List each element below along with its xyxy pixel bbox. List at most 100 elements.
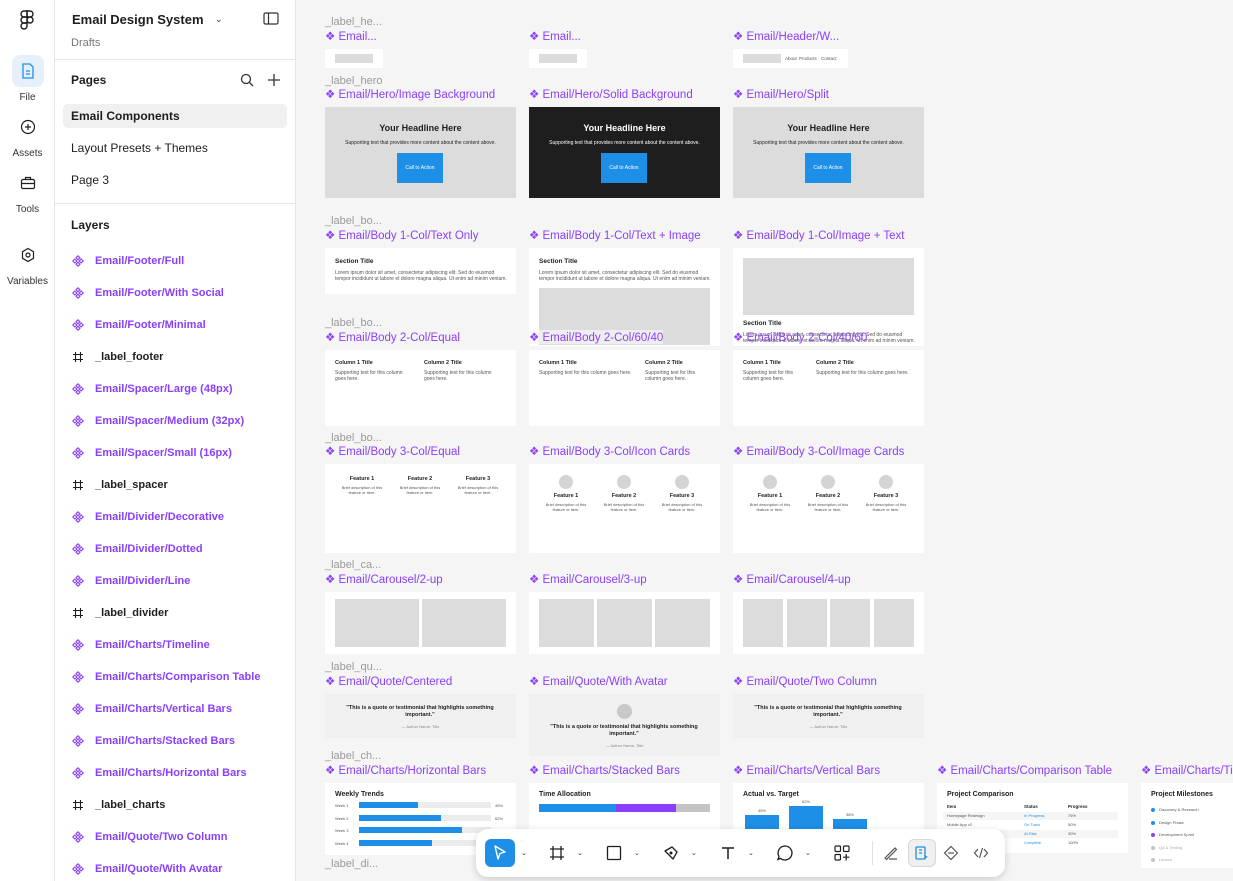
cta-button[interactable]: Call to Action bbox=[397, 153, 443, 183]
component-label[interactable]: ❖ Email/Body 2-Col/60/40 bbox=[529, 330, 664, 344]
layer-item[interactable]: Email/Spacer/Small (16px) bbox=[71, 443, 232, 463]
hero-image-frame[interactable]: Your Headline Here Supporting text that … bbox=[325, 107, 516, 198]
search-icon[interactable] bbox=[240, 73, 254, 87]
layer-item[interactable]: Email/Charts/Timeline bbox=[71, 635, 210, 655]
header-frame[interactable] bbox=[325, 49, 383, 68]
body-text-only-frame[interactable]: Section Title Lorem ipsum dolor sit amet… bbox=[325, 248, 516, 294]
layer-item[interactable]: _label_footer bbox=[71, 347, 163, 367]
move-tool-button[interactable] bbox=[485, 839, 515, 867]
component-label[interactable]: ❖ Email/Charts/Ti bbox=[1141, 763, 1233, 777]
layer-item[interactable]: _label_divider bbox=[71, 603, 168, 623]
cta-button[interactable]: Call to Action bbox=[601, 153, 647, 183]
chevron-down-icon[interactable]: ⌄ bbox=[805, 849, 811, 857]
component-label[interactable]: ❖ Email/Charts/Horizontal Bars bbox=[325, 763, 486, 777]
quote-two-column-frame[interactable]: "This is a quote or testimonial that hig… bbox=[733, 694, 924, 738]
pen-tool-button[interactable] bbox=[657, 839, 685, 867]
component-label[interactable]: ❖ Email/Body 3-Col/Icon Cards bbox=[529, 444, 690, 458]
draw-mode-button[interactable] bbox=[878, 839, 904, 867]
rail-file-button[interactable]: File bbox=[0, 55, 55, 103]
carousel-3up-frame[interactable] bbox=[529, 592, 720, 654]
hero-split-frame[interactable]: Your Headline Here Supporting text that … bbox=[733, 107, 924, 198]
component-label[interactable]: ❖ Email/Hero/Image Background bbox=[325, 87, 495, 101]
rail-tools-button[interactable]: Tools bbox=[0, 167, 55, 215]
layer-item[interactable]: Email/Charts/Horizontal Bars bbox=[71, 763, 247, 783]
component-label[interactable]: ❖ Email/Body 2-Col/40/60 bbox=[733, 330, 867, 344]
chevron-down-icon[interactable]: ⌄ bbox=[577, 849, 583, 857]
shape-tool-button[interactable] bbox=[600, 839, 628, 867]
chart-timeline-frame[interactable]: Project Milestones Discovery & Research D… bbox=[1141, 783, 1233, 868]
canvas[interactable]: _label_he... ❖ Email... ❖ Email... ❖ Ema… bbox=[296, 0, 1233, 881]
section-label-body[interactable]: _label_bo... bbox=[325, 432, 382, 444]
add-page-icon[interactable] bbox=[267, 73, 281, 87]
file-title[interactable]: Email Design System bbox=[72, 12, 204, 27]
section-label-body[interactable]: _label_bo... bbox=[325, 215, 382, 227]
component-label[interactable]: ❖ Email/Charts/Vertical Bars bbox=[733, 763, 880, 777]
rail-assets-button[interactable]: Assets bbox=[0, 111, 55, 159]
chevron-down-icon[interactable]: ⌄ bbox=[748, 849, 754, 857]
chevron-down-icon[interactable]: ⌄ bbox=[634, 849, 640, 857]
component-label[interactable]: ❖ Email/Body 3-Col/Image Cards bbox=[733, 444, 904, 458]
layer-item[interactable]: Email/Spacer/Medium (32px) bbox=[71, 411, 244, 431]
cta-button[interactable]: Call to Action bbox=[805, 153, 851, 183]
layer-item[interactable]: Email/Divider/Dotted bbox=[71, 539, 203, 559]
component-label[interactable]: ❖ Email/Quote/Two Column bbox=[733, 674, 877, 688]
layer-item[interactable]: Email/Quote/With Avatar bbox=[71, 859, 222, 879]
layer-item[interactable]: _label_charts bbox=[71, 795, 165, 815]
component-label[interactable]: ❖ Email/Quote/With Avatar bbox=[529, 674, 668, 688]
section-label-body[interactable]: _label_bo... bbox=[325, 317, 382, 329]
layer-item[interactable]: Email/Divider/Line bbox=[71, 571, 190, 591]
section-label-carousel[interactable]: _label_ca... bbox=[325, 559, 381, 571]
component-label[interactable]: ❖ Email/Carousel/2-up bbox=[325, 572, 443, 586]
body-3col-icon-cards-frame[interactable]: Feature 1 Brief description of this featu… bbox=[529, 464, 720, 553]
comment-tool-button[interactable] bbox=[771, 839, 799, 867]
component-label[interactable]: ❖ Email/Header/W... bbox=[733, 29, 839, 43]
layer-item[interactable]: Email/Footer/With Social bbox=[71, 283, 224, 303]
design-mode-button[interactable] bbox=[908, 839, 936, 867]
section-label-header[interactable]: _label_he... bbox=[325, 16, 382, 28]
component-label[interactable]: ❖ Email/Body 1-Col/Image + Text bbox=[733, 228, 905, 242]
layer-item[interactable]: Email/Charts/Vertical Bars bbox=[71, 699, 232, 719]
carousel-2up-frame[interactable] bbox=[325, 592, 516, 654]
component-label[interactable]: ❖ Email/Carousel/4-up bbox=[733, 572, 851, 586]
layer-item[interactable]: Email/Quote/Two Column bbox=[71, 827, 227, 847]
actions-tool-button[interactable] bbox=[828, 839, 856, 867]
page-item-email-components[interactable]: Email Components bbox=[63, 104, 287, 128]
frame-tool-button[interactable] bbox=[543, 839, 571, 867]
body-2col-equal-frame[interactable]: Column 1 Title Supporting text for this … bbox=[325, 350, 516, 426]
quote-avatar-frame[interactable]: "This is a quote or testimonial that hig… bbox=[529, 694, 720, 756]
body-3col-image-cards-frame[interactable]: Feature 1 Brief description of this featu… bbox=[733, 464, 924, 553]
layer-item[interactable]: Email/Charts/Comparison Table bbox=[71, 667, 260, 687]
component-label[interactable]: ❖ Email/Body 1-Col/Text + Image bbox=[529, 228, 701, 242]
component-label[interactable]: ❖ Email... bbox=[325, 29, 377, 43]
text-tool-button[interactable] bbox=[714, 839, 742, 867]
rail-variables-button[interactable]: Variables bbox=[0, 239, 55, 287]
page-item-layout-presets[interactable]: Layout Presets + Themes bbox=[63, 136, 287, 160]
component-label[interactable]: ❖ Email/Body 1-Col/Text Only bbox=[325, 228, 478, 242]
dev-mode-button[interactable] bbox=[968, 839, 994, 867]
quote-centered-frame[interactable]: "This is a quote or testimonial that hig… bbox=[325, 694, 516, 738]
figma-logo-icon[interactable] bbox=[19, 10, 35, 30]
layer-item[interactable]: Email/Charts/Stacked Bars bbox=[71, 731, 235, 751]
chevron-down-icon[interactable]: ⌄ bbox=[691, 849, 697, 857]
component-label[interactable]: ❖ Email/Hero/Solid Background bbox=[529, 87, 693, 101]
layer-item[interactable]: Email/Spacer/Large (48px) bbox=[71, 379, 233, 399]
hero-solid-frame[interactable]: Your Headline Here Supporting text that … bbox=[529, 107, 720, 198]
component-label[interactable]: ❖ Email/Carousel/3-up bbox=[529, 572, 647, 586]
header-frame[interactable] bbox=[529, 49, 587, 68]
layer-item[interactable]: Email/Footer/Minimal bbox=[71, 315, 206, 335]
carousel-4up-frame[interactable] bbox=[733, 592, 924, 654]
header-frame[interactable]: About Products Contact bbox=[733, 49, 848, 68]
chevron-down-icon[interactable]: ⌄ bbox=[521, 849, 527, 857]
section-label-quote[interactable]: _label_qu... bbox=[325, 661, 382, 673]
toggle-sidebar-icon[interactable] bbox=[263, 12, 279, 25]
layer-item[interactable]: Email/Footer/Full bbox=[71, 251, 184, 271]
chevron-down-icon[interactable]: ⌄ bbox=[215, 14, 223, 25]
component-label[interactable]: ❖ Email/Charts/Stacked Bars bbox=[529, 763, 680, 777]
section-label-charts[interactable]: _label_ch... bbox=[325, 750, 381, 762]
layer-item[interactable]: _label_spacer bbox=[71, 475, 168, 495]
body-2col-60-40-frame[interactable]: Column 1 Title Supporting text for this … bbox=[529, 350, 720, 426]
section-label-divider[interactable]: _label_di... bbox=[325, 858, 378, 870]
page-item-page-3[interactable]: Page 3 bbox=[63, 168, 287, 192]
component-label[interactable]: ❖ Email/Quote/Centered bbox=[325, 674, 452, 688]
component-label[interactable]: ❖ Email/Hero/Split bbox=[733, 87, 829, 101]
